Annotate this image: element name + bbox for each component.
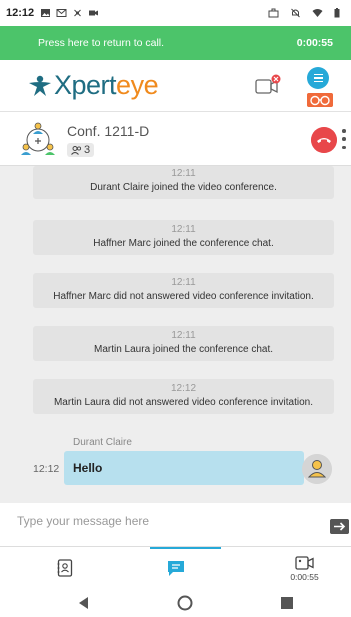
return-to-call-banner[interactable]: Press here to return to call. 0:00:55 — [0, 26, 351, 60]
system-message-time: 12:11 — [171, 277, 196, 288]
mute-icon — [291, 8, 300, 18]
return-to-call-text: Press here to return to call. — [38, 37, 165, 49]
menu-line — [313, 73, 323, 76]
status-time: 12:12 — [6, 7, 35, 19]
tab-video-call[interactable]: 0:00:55 — [246, 547, 351, 589]
work-icon — [268, 8, 279, 18]
system-message-text: Martin Laura joined the conference chat. — [94, 344, 273, 355]
video-call-icon — [294, 555, 314, 570]
status-bar: 12:12 — [0, 0, 351, 26]
kebab-dot — [342, 129, 346, 133]
system-message: 12:11 Martin Laura joined the conference… — [33, 326, 334, 361]
conference-name: Conf. 1211-D — [67, 123, 150, 139]
xperteye-logo: Xpert eye — [28, 70, 159, 101]
call-timer: 0:00:55 — [296, 37, 333, 49]
send-icon[interactable] — [330, 519, 349, 534]
menu-button[interactable] — [307, 67, 329, 89]
brand-bar: Xpert eye — [0, 60, 351, 112]
gmail-icon — [56, 9, 67, 17]
battery-icon — [334, 8, 340, 18]
image-icon — [41, 9, 51, 17]
conference-header: Conf. 1211-D 3 — [0, 112, 351, 166]
back-icon[interactable] — [76, 595, 92, 611]
participant-count: 3 — [84, 144, 91, 156]
chat-history[interactable]: 12:11 Durant Claire joined the video con… — [0, 166, 351, 503]
system-message-time: 12:11 — [171, 330, 196, 341]
system-message-text: Durant Claire joined the video conferenc… — [90, 182, 277, 193]
contacts-icon — [57, 559, 72, 577]
system-message-time: 12:11 — [171, 168, 196, 179]
system-message: 12:11 Haffner Marc did not answered vide… — [33, 273, 334, 308]
menu-line — [313, 77, 323, 79]
participant-count-badge[interactable]: 3 — [67, 143, 95, 157]
message-input-bar: Type your message here — [0, 503, 351, 547]
conference-group-icon — [21, 122, 55, 155]
system-message-text: Haffner Marc joined the conference chat. — [93, 238, 274, 249]
tab-contacts[interactable] — [6, 547, 123, 589]
system-message: 12:12 Martin Laura did not answered vide… — [33, 379, 334, 414]
video-call-status-icon[interactable] — [255, 74, 281, 96]
chat-icon — [167, 560, 184, 576]
system-message: 12:11 Haffner Marc joined the conference… — [33, 220, 334, 255]
system-message-text: Haffner Marc did not answered video conf… — [53, 291, 314, 302]
kebab-dot — [342, 137, 346, 141]
message-time: 12:12 — [33, 463, 60, 475]
system-message-text: Martin Laura did not answered video conf… — [53, 397, 314, 408]
tab-video-call-timer: 0:00:55 — [290, 571, 319, 582]
xperteye-logo-icon — [29, 75, 51, 96]
logo-text-xpert: Xpert — [54, 70, 117, 100]
camera-icon — [89, 10, 99, 16]
hang-up-button[interactable] — [311, 127, 337, 153]
tab-chat[interactable] — [117, 547, 234, 589]
system-message-time: 12:11 — [171, 224, 196, 235]
user-avatar-icon — [302, 454, 332, 484]
system-navigation-bar — [0, 589, 351, 617]
menu-line — [313, 80, 323, 83]
participants-icon — [71, 145, 82, 155]
recents-icon[interactable] — [279, 595, 295, 611]
bottom-tab-bar: 0:00:55 — [0, 547, 351, 589]
home-icon[interactable] — [177, 595, 193, 611]
message-input[interactable]: Type your message here — [17, 514, 149, 528]
system-message: 12:11 Durant Claire joined the video con… — [33, 166, 334, 199]
system-message-time: 12:12 — [170, 383, 197, 394]
signal-icon — [74, 9, 81, 17]
logo-text-eye: eye — [116, 70, 159, 100]
more-options-button[interactable] — [342, 129, 346, 149]
wifi-icon — [312, 9, 323, 17]
smart-glasses-icon[interactable] — [307, 93, 333, 107]
message-sender: Durant Claire — [73, 437, 132, 448]
kebab-dot — [342, 145, 346, 149]
message-bubble[interactable]: Hello — [64, 451, 304, 485]
